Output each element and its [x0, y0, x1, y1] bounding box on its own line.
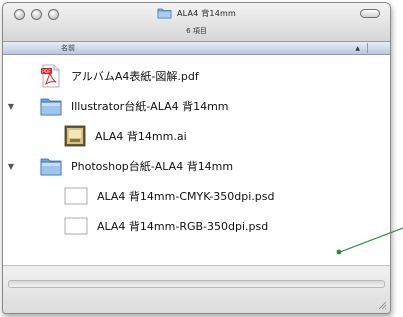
- disclosure-triangle-icon[interactable]: ▼: [6, 102, 16, 111]
- list-item[interactable]: ALA4 背14mm-RGB-350dpi.psd: [3, 211, 390, 241]
- blank-file-icon: [63, 186, 89, 206]
- file-name-label: アルバムA4表紙-図解.pdf: [71, 70, 199, 83]
- list-item[interactable]: ALA4 背14mm.ai: [3, 121, 390, 151]
- horizontal-scrollbar[interactable]: [8, 280, 385, 288]
- column-header-label: 名前: [61, 44, 75, 52]
- list-item[interactable]: ALA4 背14mm-CMYK-350dpi.psd: [3, 181, 390, 211]
- illustrator-file-icon: [63, 123, 87, 149]
- folder-icon: [39, 154, 63, 178]
- file-name-label: ALA4 背14mm.ai: [95, 130, 187, 143]
- toolbar-toggle-button[interactable]: [360, 9, 380, 18]
- blank-file-icon: [63, 216, 89, 236]
- folder-name-label: Illustrator台紙-ALA4 背14mm: [71, 100, 229, 113]
- folder-icon: [157, 8, 172, 19]
- folder-icon: [39, 94, 63, 118]
- folder-name-label: Photoshop台紙-ALA4 背14mm: [71, 160, 234, 173]
- window-title-group: ALA4 背14mm: [3, 7, 390, 19]
- bottom-bar: [3, 274, 390, 313]
- column-separator: [367, 43, 368, 53]
- finder-window: ALA4 背14mm 6 項目 名前 ▲ PDF アルバムA4表紙-図解.pdf: [2, 2, 391, 314]
- sort-arrow-icon: ▲: [355, 44, 360, 52]
- resize-grip-icon[interactable]: [377, 300, 387, 310]
- list-item[interactable]: PDF アルバムA4表紙-図解.pdf: [3, 61, 390, 91]
- list-item[interactable]: ▼ Illustrator台紙-ALA4 背14mm: [3, 91, 390, 121]
- file-name-label: ALA4 背14mm-CMYK-350dpi.psd: [97, 190, 275, 203]
- file-list[interactable]: PDF アルバムA4表紙-図解.pdf ▼ Illustrator台紙-ALA4…: [3, 55, 390, 266]
- window-title: ALA4 背14mm: [177, 8, 236, 18]
- title-bar: ALA4 背14mm 6 項目: [3, 3, 390, 42]
- file-name-label: ALA4 背14mm-RGB-350dpi.psd: [97, 220, 269, 233]
- list-item[interactable]: ▼ Photoshop台紙-ALA4 背14mm: [3, 151, 390, 181]
- column-header-name[interactable]: 名前 ▲: [3, 42, 390, 55]
- disclosure-triangle-icon[interactable]: ▼: [6, 162, 16, 171]
- item-count-status: 6 項目: [186, 27, 207, 35]
- pdf-file-icon: PDF: [39, 63, 63, 89]
